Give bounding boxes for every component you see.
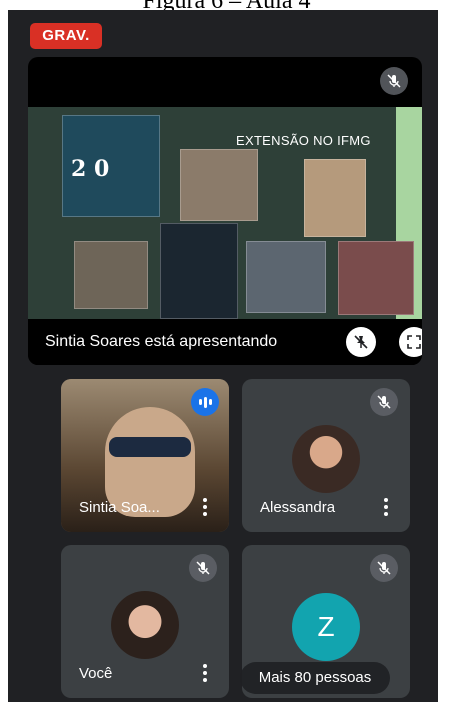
presenter-bar: Sintia Soares está apresentando xyxy=(28,319,422,365)
pin-off-icon xyxy=(354,335,368,349)
avatar xyxy=(111,591,179,659)
more-vert-icon[interactable] xyxy=(203,664,207,682)
fullscreen-icon xyxy=(407,335,421,349)
presenter-label: Sintia Soares está apresentando xyxy=(45,333,278,350)
slide-photo xyxy=(246,241,326,313)
avatar-initial: Z xyxy=(292,593,360,661)
more-vert-icon[interactable] xyxy=(203,498,207,516)
slide-photo xyxy=(180,149,258,221)
unpin-button[interactable] xyxy=(346,327,376,357)
avatar xyxy=(292,425,360,493)
speaking-icon xyxy=(191,388,219,416)
participant-glasses xyxy=(109,437,191,457)
slide-photo xyxy=(74,241,148,309)
recording-badge: GRAV. xyxy=(30,23,102,49)
slide-photo xyxy=(338,241,414,315)
slide-photo xyxy=(304,159,366,237)
poster-image: 2 0 xyxy=(62,115,160,217)
poster-year: 2 0 xyxy=(71,156,110,182)
more-people-button[interactable]: Mais 80 pessoas xyxy=(240,662,390,694)
slide-photo xyxy=(160,223,238,319)
mic-off-icon xyxy=(370,388,398,416)
mic-off-icon xyxy=(189,554,217,582)
participant-tile-self[interactable]: Você xyxy=(61,545,229,698)
participant-name: Sintia Soa... xyxy=(79,499,160,516)
participant-tile-sintia[interactable]: Sintia Soa... xyxy=(61,379,229,532)
participant-name: Você xyxy=(79,665,113,682)
presentation-tile[interactable]: 2 0 EXTENSÃO NO IFMG Sintia Soares está … xyxy=(28,57,422,365)
participant-tile-alessandra[interactable]: Alessandra xyxy=(242,379,410,532)
fullscreen-button[interactable] xyxy=(399,327,422,357)
mic-off-icon xyxy=(370,554,398,582)
shared-slide: 2 0 EXTENSÃO NO IFMG xyxy=(28,107,422,319)
meet-call-screen: GRAV. 2 0 EXTENSÃO NO IFMG Sintia Soares… xyxy=(8,10,438,702)
participant-name: Alessandra xyxy=(260,499,336,516)
slide-title: EXTENSÃO NO IFMG xyxy=(236,133,371,148)
more-vert-icon[interactable] xyxy=(384,498,388,516)
mic-off-icon xyxy=(380,67,408,95)
